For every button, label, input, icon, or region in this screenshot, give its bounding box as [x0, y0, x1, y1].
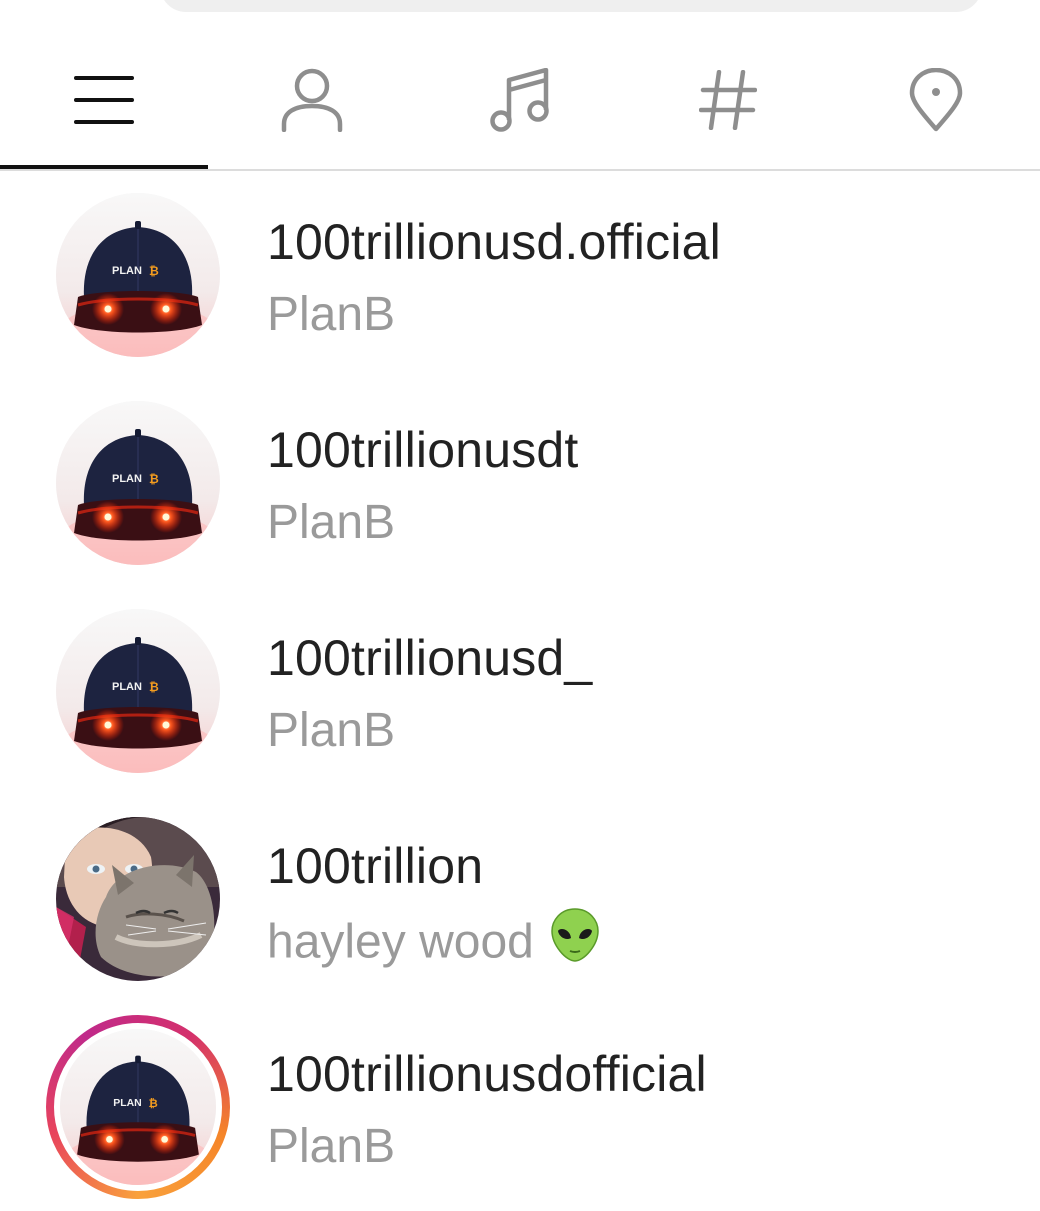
tab-tags[interactable] [624, 30, 832, 170]
list-item[interactable]: 100trillionusdofficial PlanB [0, 1003, 1040, 1211]
list-item[interactable]: 100trillionusdt PlanB [0, 379, 1040, 587]
full-name: PlanB [267, 1120, 396, 1173]
full-name-row: hayley wood [267, 908, 600, 979]
planb-cap-avatar-image [56, 609, 220, 773]
planb-cap-avatar-image [56, 193, 220, 357]
username: 100trillionusdofficial [267, 1046, 707, 1102]
full-name: PlanB [267, 496, 396, 549]
username: 100trillionusd.official [267, 214, 721, 270]
full-name: hayley wood [267, 915, 534, 969]
avatar[interactable] [56, 817, 220, 981]
tab-accounts[interactable] [208, 30, 416, 170]
tab-top[interactable] [0, 30, 208, 170]
planb-cap-avatar-image [56, 401, 220, 565]
tab-audio[interactable] [416, 30, 624, 170]
avatar[interactable] [56, 609, 220, 773]
list-item[interactable]: 100trillionusd_ PlanB [0, 587, 1040, 795]
tab-places[interactable] [832, 30, 1040, 170]
search-category-tabs [0, 30, 1040, 170]
hashtag-icon [699, 70, 757, 130]
full-name: PlanB [267, 704, 396, 757]
username: 100trillionusd_ [267, 630, 593, 686]
avatar[interactable] [56, 401, 220, 565]
list-item[interactable]: 100trillionusd.official PlanB [0, 171, 1040, 379]
search-bar[interactable] [160, 0, 982, 12]
alien-emoji-icon [550, 907, 600, 975]
planb-cap-avatar-image [60, 1029, 216, 1185]
username: 100trillionusdt [267, 422, 579, 478]
person-with-cat-avatar-image [56, 817, 220, 981]
person-icon [281, 68, 343, 132]
avatar[interactable] [56, 193, 220, 357]
menu-icon [74, 76, 134, 124]
music-note-icon [490, 68, 549, 132]
username: 100trillion [267, 838, 484, 894]
list-item[interactable]: 100trillion hayley wood [0, 795, 1040, 1003]
location-pin-icon [909, 68, 963, 132]
full-name: PlanB [267, 288, 396, 341]
story-ring-avatar[interactable] [46, 1015, 230, 1199]
